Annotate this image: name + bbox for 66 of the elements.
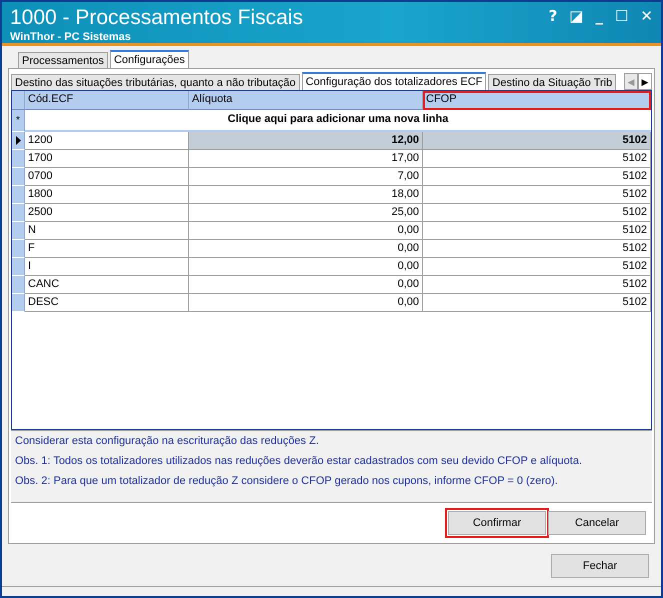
note-text: Considerar esta configuração na escrituração das reduções Z. xyxy=(15,435,320,447)
table-cell: I xyxy=(25,258,189,276)
column-header[interactable]: Cód.ECF xyxy=(25,91,189,110)
table-cell: 12,00 xyxy=(189,132,423,150)
table-cell: CANC xyxy=(25,276,189,294)
table-row[interactable]: 2500 25,00 5102 xyxy=(12,204,651,222)
table-cell: 25,00 xyxy=(189,204,423,222)
tab[interactable]: Configurações xyxy=(110,50,189,68)
table-cell: F xyxy=(25,240,189,258)
table-row[interactable]: I 0,00 5102 xyxy=(12,258,651,276)
table-cell: N xyxy=(25,222,189,240)
table-cell: 5102 xyxy=(423,258,651,276)
table-row[interactable]: 1700 17,00 5102 xyxy=(12,150,651,168)
table-cell: 5102 xyxy=(423,150,651,168)
table-cell: 0,00 xyxy=(189,222,423,240)
window-control[interactable]: ☐ xyxy=(614,6,628,26)
table-row[interactable]: 0700 7,00 5102 xyxy=(12,168,651,186)
table-cell: 1800 xyxy=(25,186,189,204)
tab[interactable]: Processamentos xyxy=(18,52,108,68)
table-cell: 5102 xyxy=(423,276,651,294)
table-row[interactable]: 1800 18,00 5102 xyxy=(12,186,651,204)
note-text: Obs. 2: Para que um totalizador de redução Z considere o CFOP gerado nos cupons, informe CFOP = 0 (zero). xyxy=(15,475,559,487)
table-cell: 5102 xyxy=(423,132,651,150)
table-cell: 0,00 xyxy=(189,258,423,276)
table-cell: 5102 xyxy=(423,186,651,204)
table-cell: 0,00 xyxy=(189,276,423,294)
table-row[interactable]: N 0,00 5102 xyxy=(12,222,651,240)
table-row[interactable]: F 0,00 5102 xyxy=(12,240,651,258)
table-cell: 17,00 xyxy=(189,150,423,168)
table-cell: 5102 xyxy=(423,204,651,222)
tab[interactable]: Destino da Situação Trib xyxy=(488,74,616,90)
table-cell: 5102 xyxy=(423,294,651,312)
window-subtitle: WinThor - PC Sistemas xyxy=(10,31,132,43)
new-row-marker: * xyxy=(12,110,25,132)
window-title: 1000 - Processamentos Fiscais xyxy=(10,5,303,31)
table-cell: 18,00 xyxy=(189,186,423,204)
table-cell: 5102 xyxy=(423,222,651,240)
table-cell: 5102 xyxy=(423,168,651,186)
window-control[interactable]: ◪ xyxy=(569,6,584,26)
row-pointer-icon xyxy=(16,136,20,145)
window-control[interactable]: _ xyxy=(595,6,603,26)
column-header[interactable]: Alíquota xyxy=(189,91,423,110)
table-row[interactable]: 1200 12,00 5102 xyxy=(12,132,651,150)
table-cell: 5102 xyxy=(423,240,651,258)
tab[interactable]: Configuração dos totalizadores ECF xyxy=(302,72,486,90)
column-header[interactable]: CFOP xyxy=(423,91,651,110)
table-row[interactable]: CANC 0,00 5102 xyxy=(12,276,651,294)
note-text: Obs. 1: Todos os totalizadores utilizados nas reduções deverão estar cadastrados com seu devido CFOP e alíquota. xyxy=(15,455,584,467)
table-cell: 2500 xyxy=(25,204,189,222)
scroll-button[interactable]: ▶ xyxy=(638,73,652,90)
action-button[interactable]: Confirmar xyxy=(448,511,546,535)
table-cell: 0,00 xyxy=(189,240,423,258)
table-row[interactable]: DESC 0,00 5102 xyxy=(12,294,651,312)
table-cell: 7,00 xyxy=(189,168,423,186)
action-button[interactable]: Cancelar xyxy=(548,511,646,535)
window-control[interactable]: ✕ xyxy=(640,6,653,26)
table-cell: 1700 xyxy=(25,150,189,168)
row-header[interactable] xyxy=(12,132,25,150)
close-button[interactable]: Fechar xyxy=(551,554,649,578)
table-cell: DESC xyxy=(25,294,189,312)
table-cell: 1200 xyxy=(25,132,189,150)
tab[interactable]: Destino das situações tributárias, quanto a não tributação xyxy=(11,74,300,90)
window-control[interactable]: ? xyxy=(548,6,558,26)
table-cell: 0,00 xyxy=(189,294,423,312)
table-cell: 0700 xyxy=(25,168,189,186)
corner-header xyxy=(12,91,25,110)
